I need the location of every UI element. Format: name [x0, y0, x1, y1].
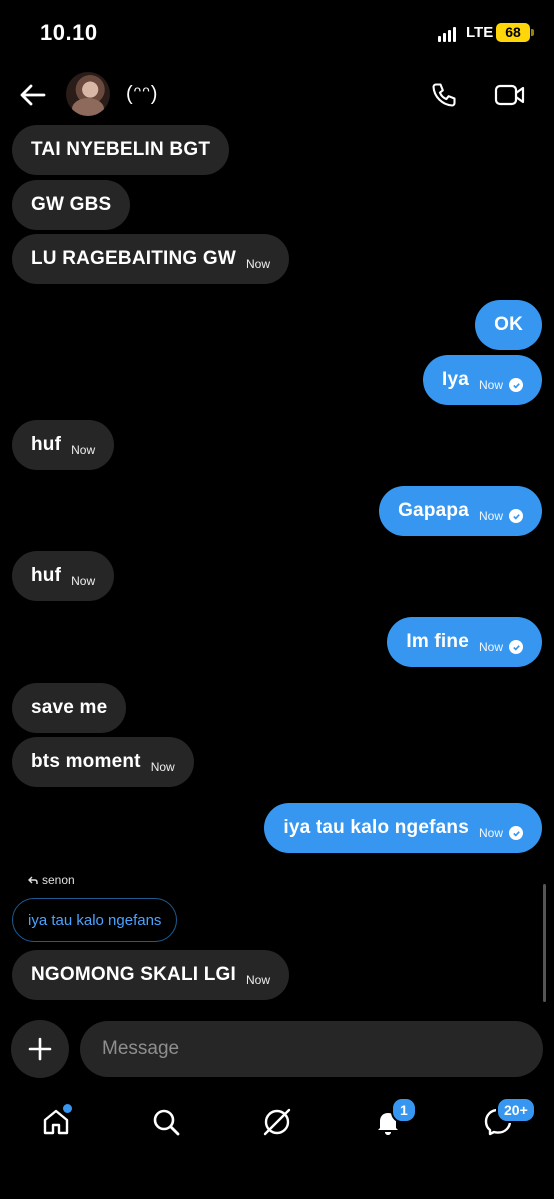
plus-icon — [28, 1037, 52, 1061]
seen-check-icon — [509, 378, 523, 392]
message-text: save me — [31, 697, 108, 718]
message-time: Now — [71, 574, 96, 588]
message-text: Im fine — [406, 631, 469, 652]
compass-icon — [263, 1108, 291, 1136]
message-time: Now — [478, 378, 503, 392]
message-time: Now — [478, 826, 503, 840]
bottom-tab-bar: 1 20+ — [0, 1090, 554, 1199]
tab-explore[interactable] — [255, 1100, 299, 1144]
message-text: GW GBS — [31, 194, 112, 215]
notifications-badge: 1 — [391, 1097, 417, 1123]
message-text: huf — [31, 434, 62, 455]
message-time: Now — [246, 973, 271, 987]
back-arrow-icon — [20, 84, 46, 106]
network-label: LTE — [466, 24, 494, 41]
messages-badge: 20+ — [496, 1097, 536, 1123]
message-bubble[interactable]: NGOMONG SKALI LGI Now — [12, 950, 290, 1000]
message-text: Gapapa — [398, 500, 469, 521]
back-button[interactable] — [14, 76, 52, 114]
tab-notifications[interactable]: 1 — [366, 1097, 417, 1144]
message-time: Now — [150, 760, 175, 774]
message-time: Now — [478, 509, 503, 523]
message-time: Now — [478, 640, 503, 654]
reply-arrow-icon — [28, 876, 38, 884]
status-bar: 10.10 LTE 68 — [0, 0, 554, 66]
tab-messages[interactable]: 20+ — [476, 1097, 536, 1144]
message-bubble[interactable]: iya tau kalo ngefans Now — [264, 803, 542, 853]
message-bubble[interactable]: bts moment Now — [12, 737, 194, 787]
message-text: iya tau kalo ngefans — [283, 817, 469, 838]
message-bubble[interactable]: Im fine Now — [387, 617, 542, 667]
message-text: bts moment — [31, 751, 141, 772]
message-text: Iya — [441, 369, 469, 390]
signal-icon — [438, 26, 456, 42]
message-input[interactable] — [80, 1021, 543, 1077]
search-icon — [153, 1109, 180, 1136]
message-text: TAI NYEBELIN BGT — [31, 139, 211, 160]
tab-home[interactable] — [34, 1100, 78, 1144]
message-bubble[interactable]: huf Now — [12, 551, 115, 601]
scrollbar[interactable] — [543, 884, 546, 1002]
new-activity-dot — [63, 1104, 72, 1113]
quoted-reply[interactable]: iya tau kalo ngefans — [12, 898, 178, 942]
message-text: LU RAGEBAITING GW — [31, 248, 236, 269]
message-time: Now — [246, 257, 271, 271]
message-bubble[interactable]: Gapapa Now — [379, 486, 542, 536]
message-text: huf — [31, 565, 62, 586]
seen-check-icon — [509, 826, 523, 840]
video-camera-icon — [494, 84, 525, 106]
chat-header: (ᵔᵔ) — [0, 66, 554, 124]
battery-icon: 68 — [496, 23, 534, 42]
reply-indicator: senon — [28, 873, 75, 887]
message-bubble[interactable]: save me — [12, 683, 127, 733]
message-time: Now — [71, 443, 96, 457]
seen-check-icon — [509, 640, 523, 654]
chat-username[interactable]: (ᵔᵔ) — [126, 83, 158, 106]
message-text: NGOMONG SKALI LGI — [31, 964, 237, 985]
message-text: OK — [494, 314, 523, 335]
phone-icon — [432, 83, 456, 107]
seen-check-icon — [509, 509, 523, 523]
reply-label: senon — [42, 873, 75, 887]
message-bubble[interactable]: OK — [475, 300, 542, 350]
status-time: 10.10 — [40, 20, 98, 45]
message-bubble[interactable]: huf Now — [12, 420, 115, 470]
tab-search[interactable] — [144, 1100, 188, 1144]
add-attachment-button[interactable] — [11, 1020, 69, 1078]
video-call-button[interactable] — [490, 75, 530, 115]
message-thread[interactable]: TAI NYEBELIN BGT GW GBS LU RAGEBAITING G… — [0, 124, 554, 1004]
message-bubble[interactable]: TAI NYEBELIN BGT — [12, 125, 230, 175]
message-bubble[interactable]: GW GBS — [12, 180, 131, 230]
message-bubble[interactable]: Iya Now — [422, 355, 542, 405]
call-button[interactable] — [424, 75, 464, 115]
avatar[interactable] — [66, 72, 110, 116]
message-bubble[interactable]: LU RAGEBAITING GW Now — [12, 234, 290, 284]
